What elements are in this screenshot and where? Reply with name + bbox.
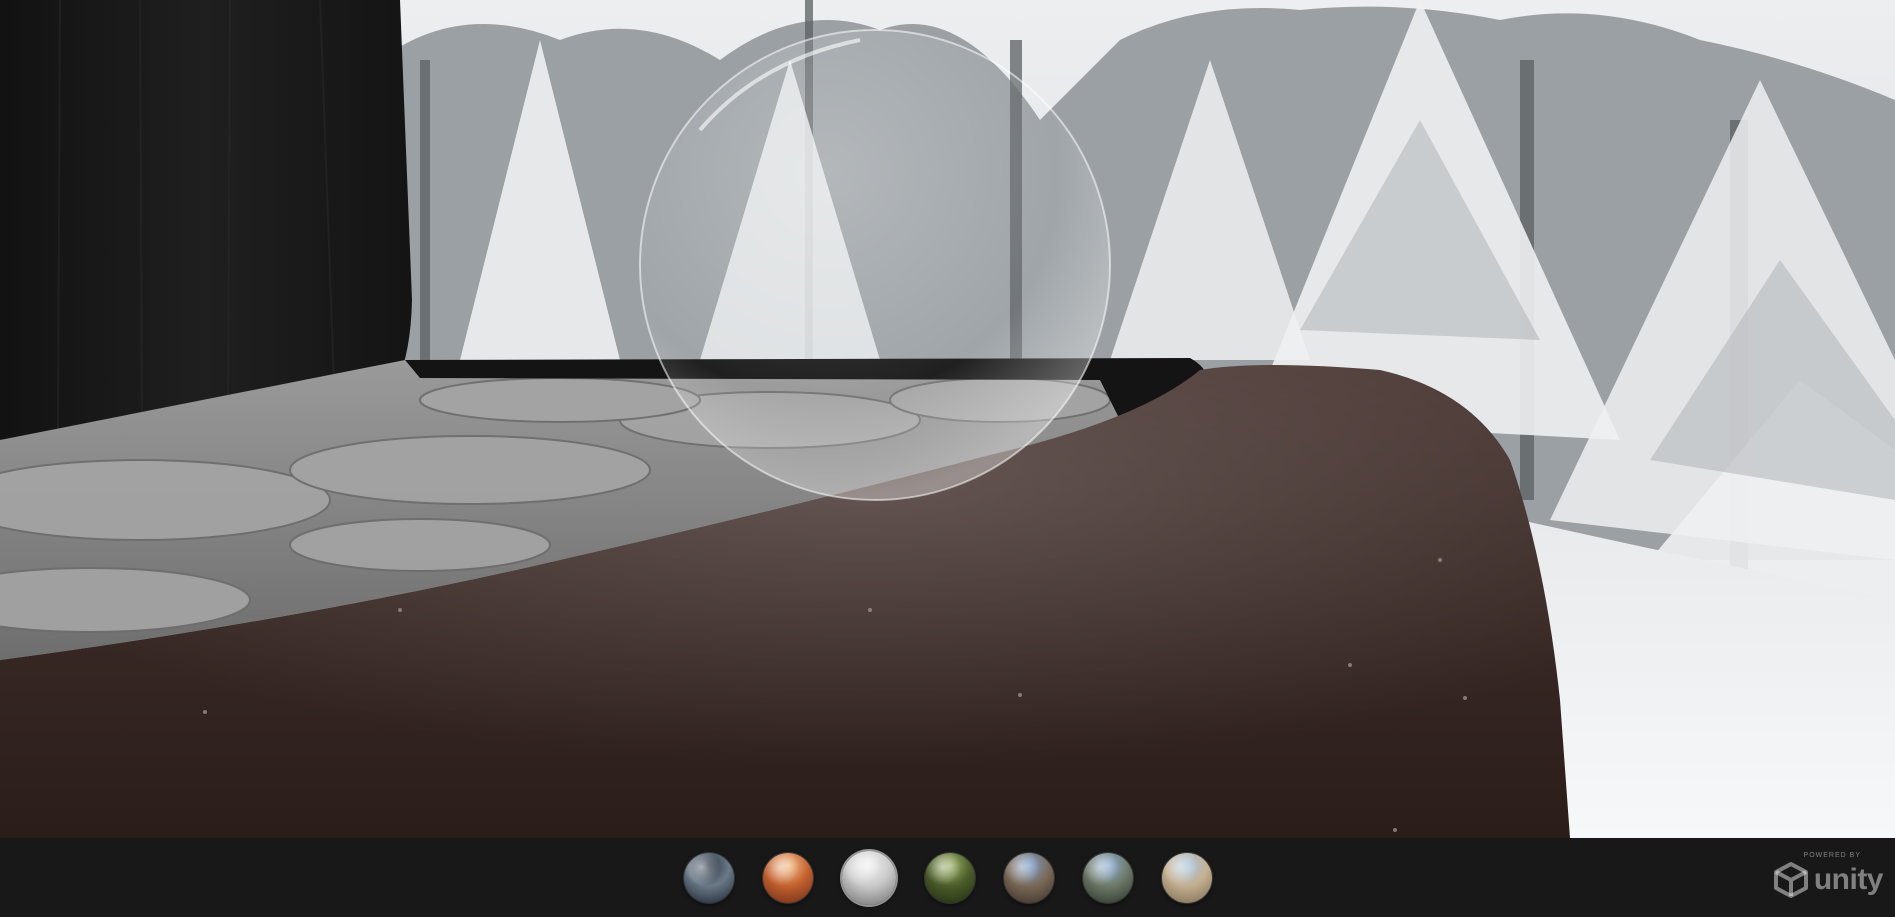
environment-toolbar: POWERED BY unity (0, 838, 1895, 917)
environment-thumb-snowy-forest[interactable] (841, 850, 896, 905)
thumb-gloss (841, 850, 896, 905)
environment-thumb-urban-ruins[interactable] (683, 852, 734, 903)
environment-thumb-red-canyon[interactable] (762, 852, 813, 903)
thumb-gloss (762, 852, 813, 903)
environment-selector (683, 850, 1212, 905)
environment-thumb-rocky-cliff[interactable] (1003, 852, 1054, 903)
unity-cube-icon (1773, 862, 1808, 898)
environment-thumb-green-woods[interactable] (924, 852, 975, 903)
environment-thumb-desert-ruins[interactable] (1161, 852, 1212, 903)
thumb-gloss (1082, 852, 1133, 903)
powered-by-label: POWERED BY (1803, 852, 1861, 859)
thumb-gloss (924, 852, 975, 903)
unity-logo-row: unity (1772, 861, 1884, 899)
3d-viewport[interactable] (0, 0, 1895, 838)
thumb-gloss (1161, 852, 1212, 903)
powered-by-unity-logo[interactable]: POWERED BY unity (1772, 852, 1884, 899)
scene-render (0, 0, 1895, 838)
thumb-gloss (1003, 852, 1054, 903)
thumb-gloss (683, 852, 734, 903)
environment-thumb-mountain-valley[interactable] (1082, 852, 1133, 903)
unity-wordmark: unity (1813, 863, 1884, 896)
